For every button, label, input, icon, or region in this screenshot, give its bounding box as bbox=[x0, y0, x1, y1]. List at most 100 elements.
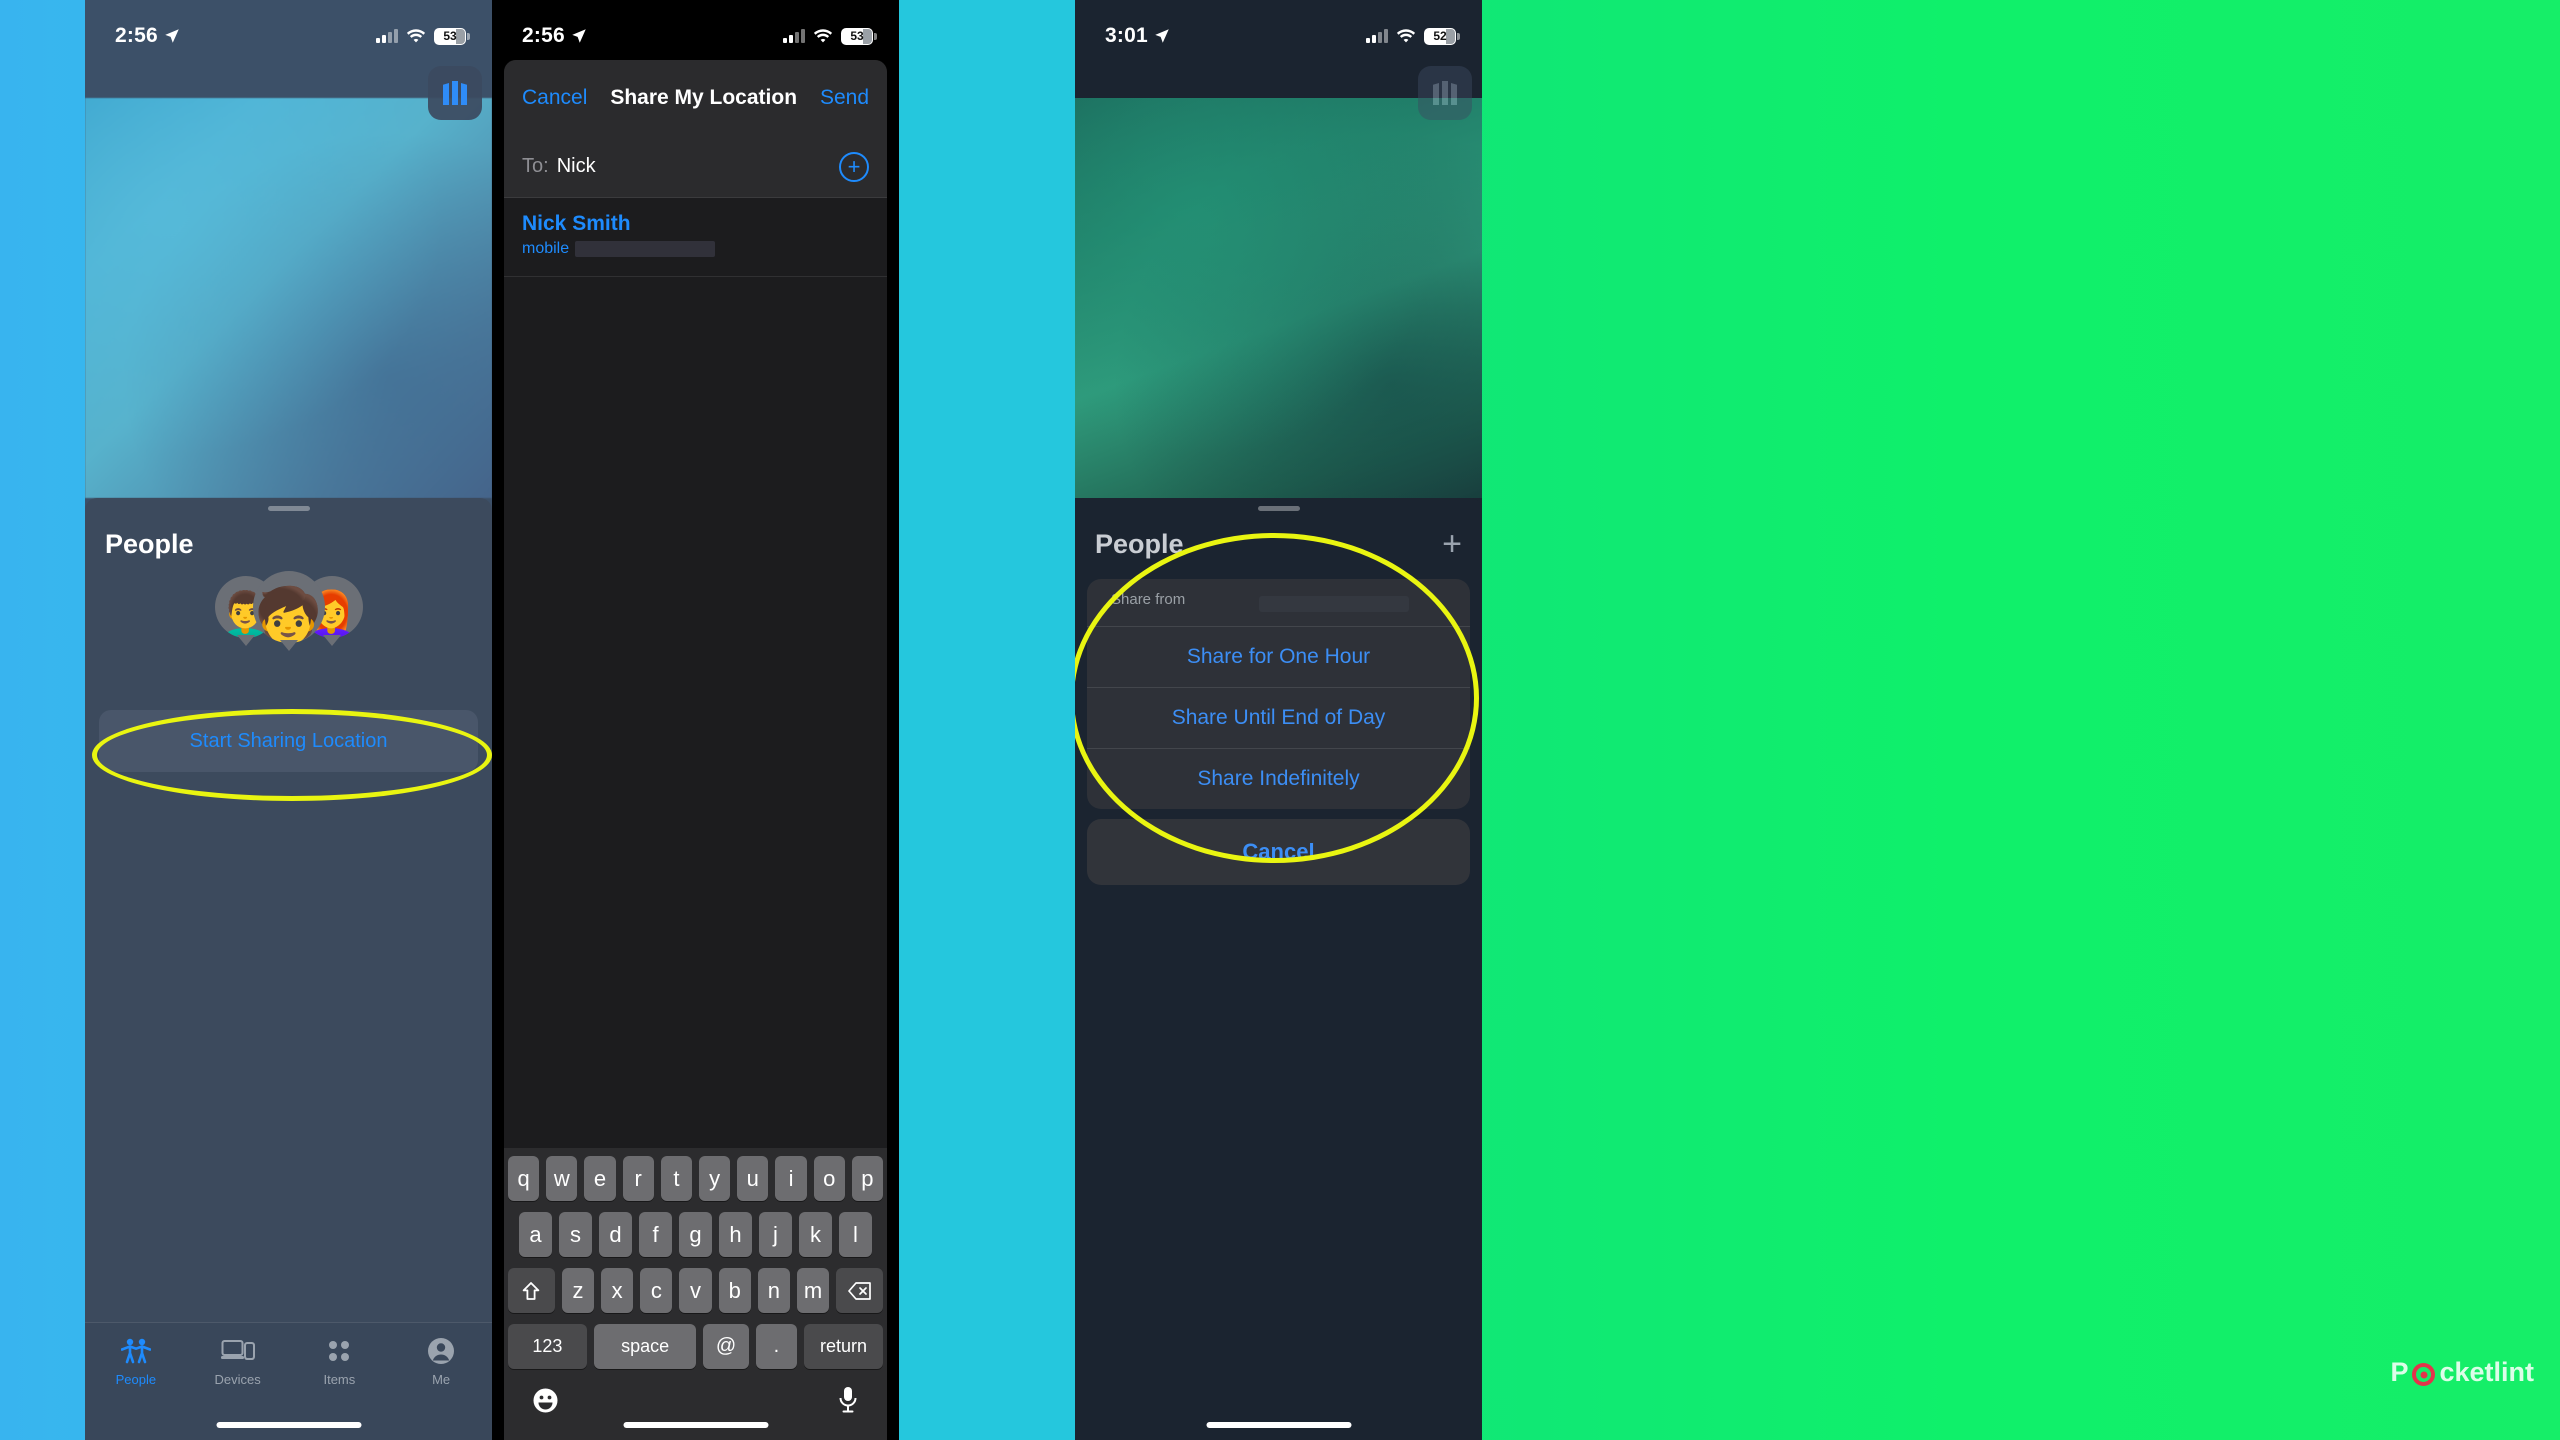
status-bar-right: 53 bbox=[783, 27, 877, 45]
key-b[interactable]: b bbox=[718, 1268, 751, 1313]
wifi-icon bbox=[406, 28, 426, 42]
battery-percent: 53 bbox=[443, 29, 457, 43]
battery-indicator: 52 bbox=[1424, 27, 1460, 45]
emoji-smiley-icon[interactable] bbox=[532, 1387, 559, 1418]
status-bar-right: 52 bbox=[1366, 27, 1460, 45]
key-i[interactable]: i bbox=[775, 1156, 807, 1201]
action-share-one-hour[interactable]: Share for One Hour bbox=[1087, 626, 1470, 687]
key-space[interactable]: space bbox=[593, 1324, 697, 1369]
battery-percent: 53 bbox=[850, 29, 864, 43]
status-time: 3:01 bbox=[1105, 24, 1148, 47]
start-sharing-location-button[interactable]: Start Sharing Location bbox=[99, 710, 478, 772]
key-z[interactable]: z bbox=[561, 1268, 595, 1313]
key-h[interactable]: h bbox=[719, 1212, 752, 1257]
status-bar: 2:56 53 bbox=[492, 0, 899, 58]
shift-up-arrow-icon[interactable] bbox=[508, 1268, 555, 1313]
battery-indicator: 53 bbox=[434, 27, 470, 45]
key-period[interactable]: . bbox=[755, 1324, 798, 1369]
home-indicator[interactable] bbox=[623, 1422, 768, 1428]
action-share-indefinitely[interactable]: Share Indefinitely bbox=[1087, 748, 1470, 809]
keyboard-row-2: a s d f g h j k l bbox=[508, 1212, 883, 1257]
tab-me[interactable]: Me bbox=[390, 1323, 492, 1440]
redacted-phone-number bbox=[575, 241, 716, 257]
key-a[interactable]: a bbox=[519, 1212, 552, 1257]
key-k[interactable]: k bbox=[799, 1212, 832, 1257]
key-u[interactable]: u bbox=[737, 1156, 769, 1201]
key-v[interactable]: v bbox=[679, 1268, 712, 1313]
key-numbers[interactable]: 123 bbox=[508, 1324, 587, 1369]
battery-percent: 52 bbox=[1433, 29, 1447, 43]
recipient-row[interactable]: To: Nick + bbox=[504, 136, 887, 198]
status-bar-right: 53 bbox=[376, 27, 470, 45]
home-indicator[interactable] bbox=[1206, 1422, 1351, 1428]
cellular-signal-icon bbox=[1366, 29, 1388, 43]
people-bottom-sheet: People + Share from Share for One Hour S… bbox=[1075, 498, 1482, 1440]
people-icon bbox=[120, 1335, 151, 1367]
contact-detail: mobile bbox=[522, 240, 869, 258]
key-o[interactable]: o bbox=[813, 1156, 845, 1201]
action-share-until-end-of-day[interactable]: Share Until End of Day bbox=[1087, 687, 1470, 748]
key-p[interactable]: p bbox=[851, 1156, 884, 1201]
sheet-title: Share My Location bbox=[610, 86, 798, 109]
key-y[interactable]: y bbox=[699, 1156, 731, 1201]
key-l[interactable]: l bbox=[839, 1212, 872, 1257]
map-canvas[interactable] bbox=[1075, 98, 1482, 498]
key-n[interactable]: n bbox=[757, 1268, 790, 1313]
plus-circle-icon[interactable]: + bbox=[839, 151, 869, 182]
cancel-button[interactable]: Cancel bbox=[522, 86, 587, 110]
delete-backspace-icon[interactable] bbox=[836, 1268, 883, 1313]
contact-number-type: mobile bbox=[522, 240, 570, 257]
status-time: 2:56 bbox=[115, 24, 158, 47]
map-layers-icon[interactable] bbox=[428, 66, 482, 120]
key-e[interactable]: e bbox=[584, 1156, 616, 1201]
key-at[interactable]: @ bbox=[703, 1324, 749, 1369]
avatar[interactable]: 🧒 bbox=[252, 571, 325, 643]
status-bar: 2:56 53 bbox=[85, 0, 492, 58]
key-g[interactable]: g bbox=[679, 1212, 712, 1257]
battery-indicator: 53 bbox=[841, 27, 877, 45]
map-layers-icon[interactable] bbox=[1418, 66, 1472, 120]
wifi-icon bbox=[1396, 28, 1416, 42]
keyboard-row-1: q w e r t y u i o p bbox=[507, 1156, 884, 1201]
memoji-avatar-2: 🧒 bbox=[252, 571, 325, 643]
key-d[interactable]: d bbox=[599, 1212, 632, 1257]
keyboard-row-4: 123 space @ . return bbox=[508, 1324, 883, 1369]
key-x[interactable]: x bbox=[601, 1268, 634, 1313]
key-f[interactable]: f bbox=[639, 1212, 672, 1257]
tab-people[interactable]: People bbox=[85, 1323, 187, 1440]
plus-icon[interactable]: + bbox=[1442, 527, 1462, 561]
pocketlint-watermark: P cketlint bbox=[2390, 1357, 2534, 1388]
redacted-account-label bbox=[1258, 596, 1409, 613]
sheet-header: People + bbox=[1075, 511, 1482, 561]
microphone-icon[interactable] bbox=[837, 1386, 859, 1418]
home-indicator[interactable] bbox=[216, 1422, 361, 1428]
map-canvas[interactable] bbox=[85, 98, 492, 498]
key-j[interactable]: j bbox=[759, 1212, 792, 1257]
status-bar: 3:01 52 bbox=[1075, 0, 1482, 58]
phone-panel-share-duration: 3:01 52 People + Share from Share for On… bbox=[1075, 0, 2560, 1440]
key-t[interactable]: t bbox=[660, 1156, 692, 1201]
key-w[interactable]: w bbox=[546, 1156, 578, 1201]
contact-suggestion-row[interactable]: Nick Smith mobile bbox=[504, 198, 887, 277]
cellular-signal-icon bbox=[783, 29, 805, 43]
items-grid-icon bbox=[326, 1335, 352, 1367]
action-sheet-cancel-button[interactable]: Cancel bbox=[1087, 819, 1470, 886]
key-c[interactable]: c bbox=[640, 1268, 673, 1313]
key-s[interactable]: s bbox=[559, 1212, 592, 1257]
location-arrow-icon bbox=[572, 29, 586, 43]
key-q[interactable]: q bbox=[507, 1156, 540, 1201]
key-m[interactable]: m bbox=[796, 1268, 830, 1313]
send-button[interactable]: Send bbox=[820, 86, 869, 110]
key-return[interactable]: return bbox=[804, 1324, 883, 1369]
keyboard-accessory-row bbox=[508, 1380, 883, 1418]
avatar-group: 👨‍🦱 🧒 👩‍🦰 bbox=[85, 571, 492, 643]
pocketlint-logo-dot bbox=[2412, 1363, 2436, 1386]
recipient-input[interactable]: Nick bbox=[557, 155, 839, 178]
key-r[interactable]: r bbox=[622, 1156, 654, 1201]
phone-1-screen: 2:56 53 bbox=[85, 0, 492, 1440]
share-sheet-card: Cancel Share My Location Send To: Nick +… bbox=[504, 60, 887, 1440]
status-bar-left: 2:56 bbox=[115, 24, 181, 48]
status-bar-left: 2:56 bbox=[522, 24, 588, 48]
page-title: People bbox=[105, 529, 194, 559]
on-screen-keyboard: q w e r t y u i o p a s d f g h j k l z … bbox=[504, 1148, 887, 1440]
